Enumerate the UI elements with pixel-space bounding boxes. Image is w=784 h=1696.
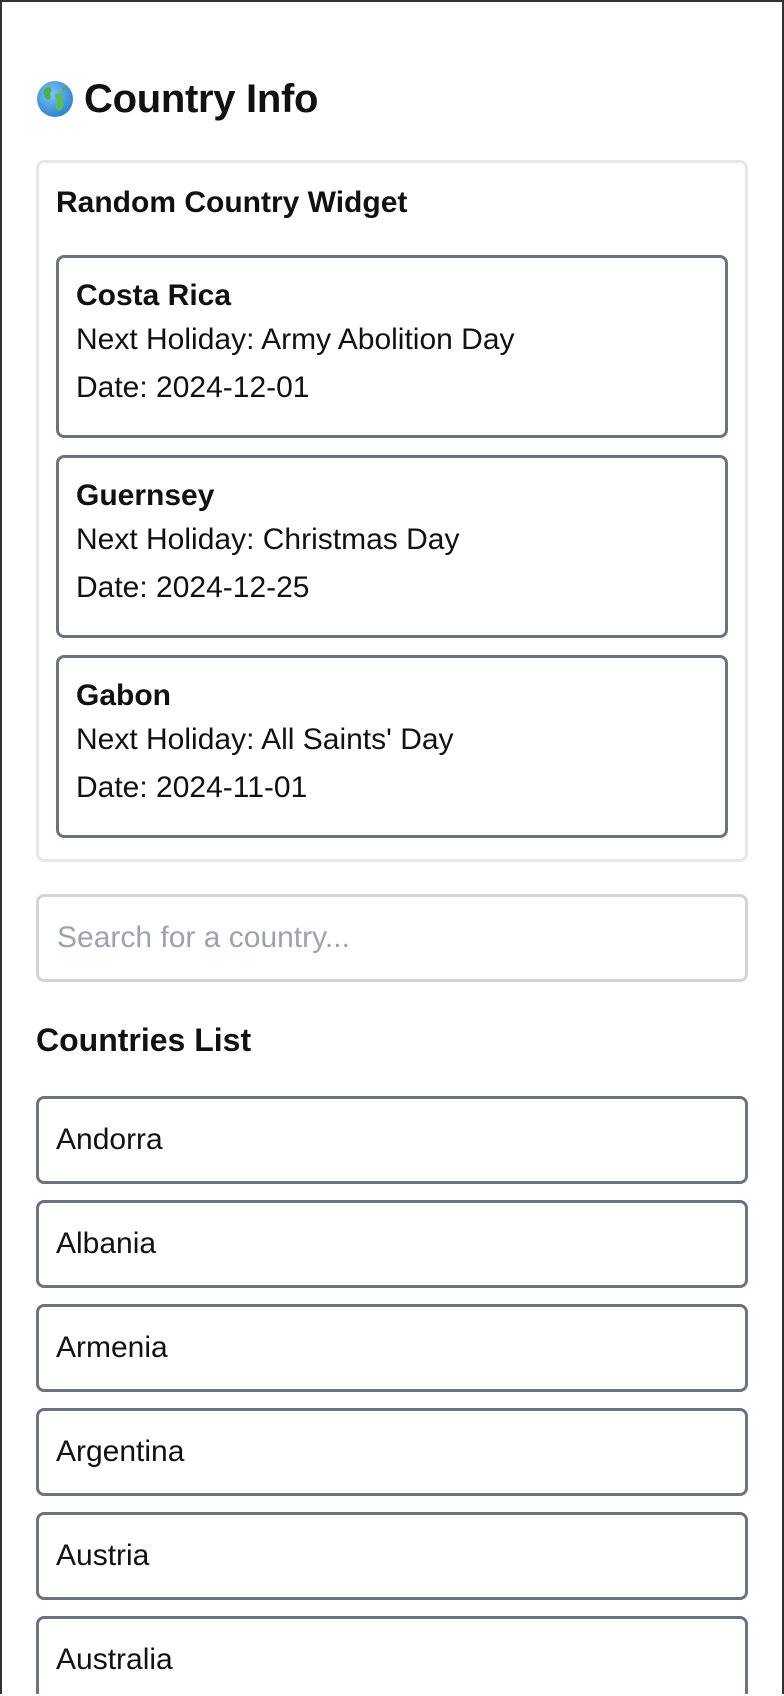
card-date: Date: 2024-12-01 [76, 371, 310, 404]
list-item[interactable]: Argentina [36, 1408, 748, 1496]
card-country-name: Guernsey [76, 479, 215, 512]
country-card[interactable]: Guernsey Next Holiday: Christmas Day Dat… [56, 455, 728, 638]
card-date: Date: 2024-11-01 [76, 771, 308, 804]
page-title-text: Country Info [84, 76, 319, 121]
countries-list-heading: Countries List [36, 1022, 252, 1058]
list-item[interactable]: Albania [36, 1200, 748, 1288]
card-holiday: Next Holiday: All Saints' Day [76, 723, 454, 756]
list-item[interactable]: Austria [36, 1512, 748, 1600]
globe-icon [36, 80, 74, 118]
list-item[interactable]: Armenia [36, 1304, 748, 1392]
card-country-name: Costa Rica [76, 279, 232, 312]
card-holiday: Next Holiday: Christmas Day [76, 523, 460, 556]
card-country-name: Gabon [76, 679, 171, 712]
app-window: Country Info Random Country Widget Costa… [0, 0, 784, 1694]
countries-list: Andorra Albania Armenia Argentina Austri… [36, 1096, 748, 1694]
search-input[interactable] [36, 894, 748, 982]
country-card[interactable]: Costa Rica Next Holiday: Army Abolition … [56, 255, 728, 438]
widget-title: Random Country Widget [56, 186, 408, 219]
main-content: Country Info Random Country Widget Costa… [2, 76, 782, 1694]
page-title: Country Info [36, 76, 748, 122]
random-country-widget: Random Country Widget Costa Rica Next Ho… [36, 160, 748, 862]
card-date: Date: 2024-12-25 [76, 571, 310, 604]
card-holiday: Next Holiday: Army Abolition Day [76, 323, 515, 356]
list-item[interactable]: Australia [36, 1616, 748, 1694]
list-item[interactable]: Andorra [36, 1096, 748, 1184]
country-card[interactable]: Gabon Next Holiday: All Saints' Day Date… [56, 655, 728, 838]
